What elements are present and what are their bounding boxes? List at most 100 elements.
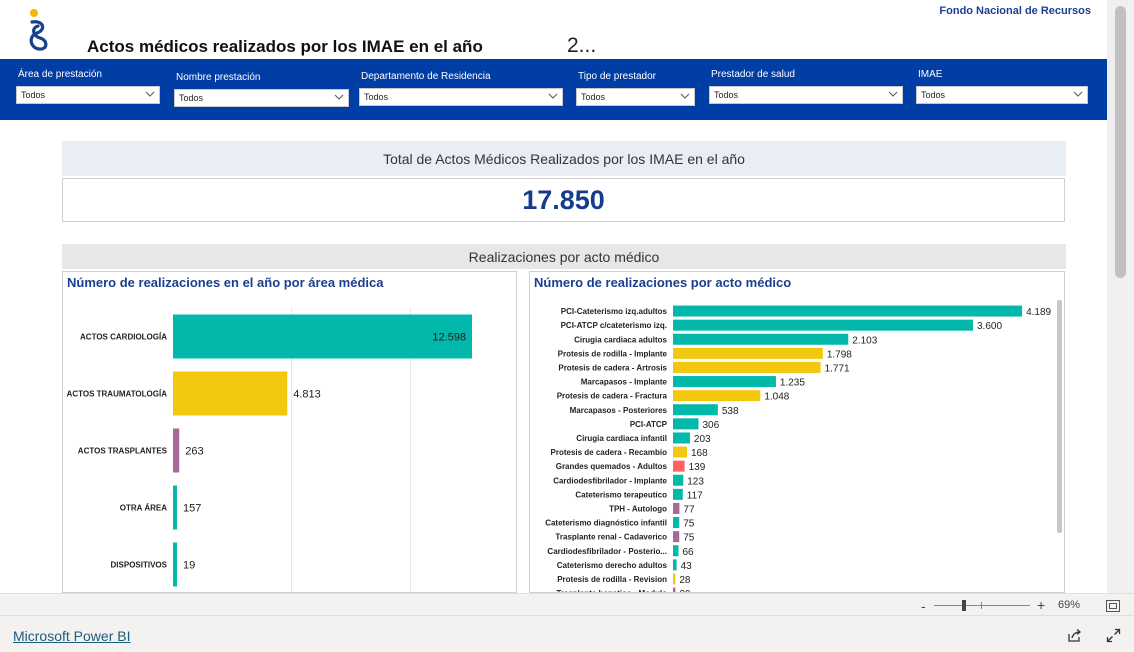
bar <box>673 347 823 359</box>
category-label: Protesis de cadera - Artrosis <box>558 363 667 372</box>
year-value: 2... <box>567 34 597 57</box>
filter-label: Tipo de prestador <box>578 71 657 82</box>
acto-bar-chart: PCI-Cateterismo izq.adultos 4.189 PCI-ATCP… <box>545 305 1052 592</box>
data-label: 168 <box>691 448 708 459</box>
data-label: 75 <box>683 519 695 530</box>
zoom-slider-tick <box>981 602 982 609</box>
fnr-logo <box>29 9 48 51</box>
share-icon[interactable] <box>1067 628 1082 643</box>
bar <box>673 474 684 486</box>
category-label: DISPOSITIVOS <box>111 561 168 570</box>
category-label: Protesis de cadera - Recambio <box>551 448 668 457</box>
data-label: 157 <box>183 503 201 515</box>
data-label: 263 <box>185 446 203 458</box>
data-label: 77 <box>683 504 695 515</box>
data-label: 12.598 <box>432 332 466 344</box>
bar <box>173 371 288 416</box>
category-label: Grandes quemados - Adultos <box>556 462 668 471</box>
data-label: 4.189 <box>1026 307 1051 318</box>
footer-divider <box>0 615 1134 616</box>
kpi-card: 17.850 <box>62 178 1065 222</box>
page-scrollbar[interactable] <box>1107 0 1134 593</box>
bar <box>673 488 683 500</box>
fullscreen-icon[interactable] <box>1106 628 1121 643</box>
zoom-in-button[interactable]: + <box>1037 597 1045 613</box>
category-label: Protesis de rodilla - Revision <box>557 575 667 584</box>
bar <box>173 428 180 473</box>
bar <box>173 314 472 359</box>
data-label: 2.103 <box>852 335 877 346</box>
filter-value: Todos <box>364 92 389 102</box>
power-bi-link[interactable]: Microsoft Power BI <box>13 628 130 644</box>
filter-imae-dropdown[interactable]: Todos <box>916 86 1088 104</box>
chevron-down-icon <box>548 93 558 99</box>
filter-value: Todos <box>921 90 946 100</box>
category-label: Cateterismo diagnóstico infantil <box>545 519 667 528</box>
data-label: 75 <box>683 533 695 544</box>
data-label: 43 <box>681 561 693 572</box>
chevron-down-icon <box>1073 91 1083 97</box>
category-label: PCI-ATCP <box>630 420 668 429</box>
filter-prestador: Prestador de salud <box>711 69 795 80</box>
chevron-down-icon <box>145 91 155 97</box>
acto-chart-panel: Número de realizaciones por acto médico … <box>529 271 1065 593</box>
page-scrollbar-thumb[interactable] <box>1115 6 1126 278</box>
chevron-down-icon <box>680 93 690 99</box>
filter-tipo-dropdown[interactable]: Todos <box>576 88 695 106</box>
data-label: 19 <box>183 560 195 572</box>
category-label: PCI-ATCP c/cateterismo izq. <box>561 321 667 330</box>
category-label: Trasplante renal - Cadaverico <box>555 533 667 542</box>
category-label: Protesis de rodilla - Implante <box>558 349 668 358</box>
bar <box>673 376 776 388</box>
data-label: 123 <box>687 476 704 487</box>
category-label: ACTOS TRASPLANTES <box>78 447 168 456</box>
data-label: 203 <box>694 434 711 445</box>
filter-tipo: Tipo de prestador <box>578 71 656 82</box>
filter-value: Todos <box>21 90 46 100</box>
filter-label: Nombre prestación <box>176 72 261 83</box>
filter-label: Área de prestación <box>18 69 102 80</box>
data-label: 4.813 <box>293 389 321 401</box>
filter-value: Todos <box>179 93 204 103</box>
filter-nombre: Nombre prestación <box>176 72 260 83</box>
filter-prestador-dropdown[interactable]: Todos <box>709 86 903 104</box>
area-chart-panel: Número de realizaciones en el año por ár… <box>62 271 517 593</box>
zoom-out-button[interactable]: - <box>921 598 926 614</box>
data-label: 1.235 <box>780 378 805 389</box>
organization-name: Fondo Nacional de Recursos <box>939 5 1091 17</box>
chart-scrollbar[interactable] <box>1057 300 1062 533</box>
category-label: Cirugia cardiaca adultos <box>574 335 667 344</box>
category-label: ACTOS CARDIOLOGÍA <box>80 333 167 342</box>
chevron-down-icon <box>888 91 898 97</box>
data-label: 1.048 <box>764 392 789 403</box>
area-bar-chart: ACTOS CARDIOLOGÍA 12.598 ACTOS TRAUMATOLOG… <box>67 308 472 592</box>
category-label: TPH - Autologo <box>609 504 667 513</box>
bar <box>673 432 690 444</box>
data-label: 3.600 <box>977 321 1002 332</box>
filter-label: Prestador de salud <box>711 69 795 80</box>
category-label: Cateterismo derecho adultos <box>557 561 668 570</box>
category-label: Marcapasos - Posteriores <box>570 406 668 415</box>
section-title: Realizaciones por acto médico <box>62 244 1066 269</box>
bar <box>673 333 849 345</box>
bar <box>673 305 1023 317</box>
zoom-slider-thumb[interactable] <box>962 600 966 611</box>
zoom-level: 69% <box>1058 599 1081 611</box>
filter-nombre-dropdown[interactable]: Todos <box>174 89 349 107</box>
filter-departamento-dropdown[interactable]: Todos <box>359 88 563 106</box>
filter-value: Todos <box>714 90 739 100</box>
page-title: Actos médicos realizados por los IMAE en… <box>87 37 483 56</box>
bar <box>673 390 761 402</box>
bar <box>673 446 687 458</box>
filter-departamento: Departamento de Residencia <box>361 71 491 82</box>
fit-to-page-icon[interactable] <box>1106 600 1120 612</box>
bar <box>673 418 699 430</box>
category-label: PCI-Cateterismo izq.adultos <box>561 307 668 316</box>
kpi-title: Total de Actos Médicos Realizados por lo… <box>62 141 1066 176</box>
bar <box>173 485 177 530</box>
filter-area-dropdown[interactable]: Todos <box>16 86 160 104</box>
data-label: 1.771 <box>825 363 850 374</box>
zoom-slider-track[interactable] <box>934 605 1030 606</box>
bar <box>673 361 821 373</box>
category-label: OTRA ÁREA <box>120 504 167 513</box>
